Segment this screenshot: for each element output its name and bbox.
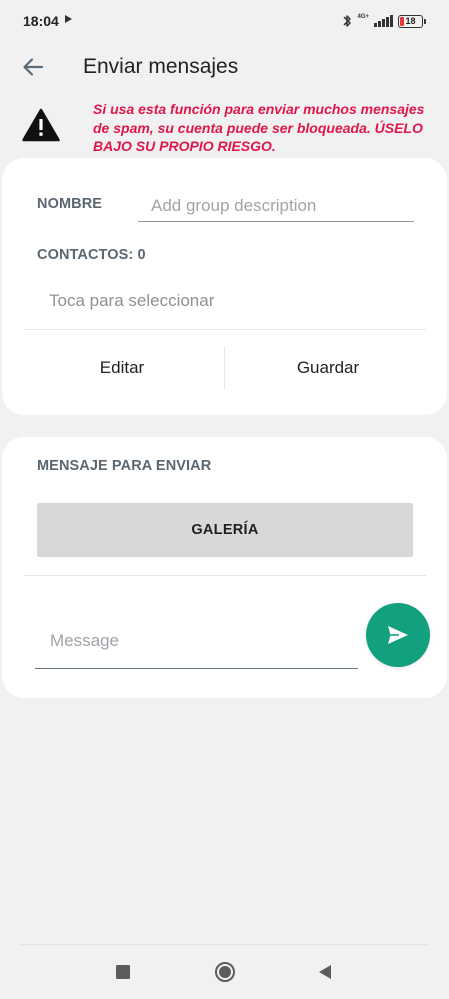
card-divider xyxy=(24,575,426,576)
status-time: 18:04 xyxy=(23,13,59,29)
app-bar: Enviar mensajes xyxy=(0,44,449,92)
battery-icon: 18 xyxy=(398,14,426,28)
network-type: 4G+ xyxy=(357,14,369,20)
send-button[interactable] xyxy=(366,603,430,667)
message-section-label: MENSAJE PARA ENVIAR xyxy=(37,458,212,474)
group-name-input[interactable] xyxy=(138,190,414,222)
signal-icon xyxy=(374,15,393,27)
square-icon xyxy=(116,965,130,979)
status-bar: 18:04 4G+ 18 xyxy=(0,0,449,40)
spam-warning: Si usa esta función para enviar muchos m… xyxy=(0,98,449,156)
contacts-selector[interactable]: Toca para seleccionar xyxy=(24,282,426,330)
circle-icon xyxy=(215,962,235,982)
status-icons: 4G+ 18 xyxy=(342,11,426,31)
battery-percent: 18 xyxy=(405,16,416,26)
group-actions: Editar Guardar xyxy=(2,344,447,392)
bluetooth-icon xyxy=(343,15,352,27)
edit-button[interactable]: Editar xyxy=(22,344,222,392)
screen: 18:04 4G+ 18 Enviar mensajes Si usa esta… xyxy=(0,0,449,999)
message-card: MENSAJE PARA ENVIAR GALERÍA xyxy=(2,437,447,698)
system-back-button[interactable] xyxy=(310,957,340,987)
warning-text: Si usa esta función para enviar muchos m… xyxy=(93,101,425,154)
recent-apps-button[interactable] xyxy=(108,957,138,987)
arrow-left-icon xyxy=(23,58,44,76)
gallery-button[interactable]: GALERÍA xyxy=(37,503,413,557)
media-play-icon xyxy=(65,15,72,23)
message-input[interactable] xyxy=(35,613,358,669)
contacts-selector-hint: Toca para seleccionar xyxy=(49,291,215,310)
back-button[interactable] xyxy=(18,52,48,82)
page-title: Enviar mensajes xyxy=(83,55,239,78)
save-button[interactable]: Guardar xyxy=(228,344,428,392)
nav-divider xyxy=(20,944,428,945)
action-divider xyxy=(224,346,225,390)
send-icon xyxy=(388,626,408,644)
contacts-count-label: CONTACTOS: 0 xyxy=(37,247,146,263)
triangle-back-icon xyxy=(319,965,331,979)
warning-triangle-icon xyxy=(22,108,60,142)
group-card: NOMBRE CONTACTOS: 0 Toca para selecciona… xyxy=(2,158,447,415)
home-button[interactable] xyxy=(210,957,240,987)
name-label: NOMBRE xyxy=(37,196,103,212)
